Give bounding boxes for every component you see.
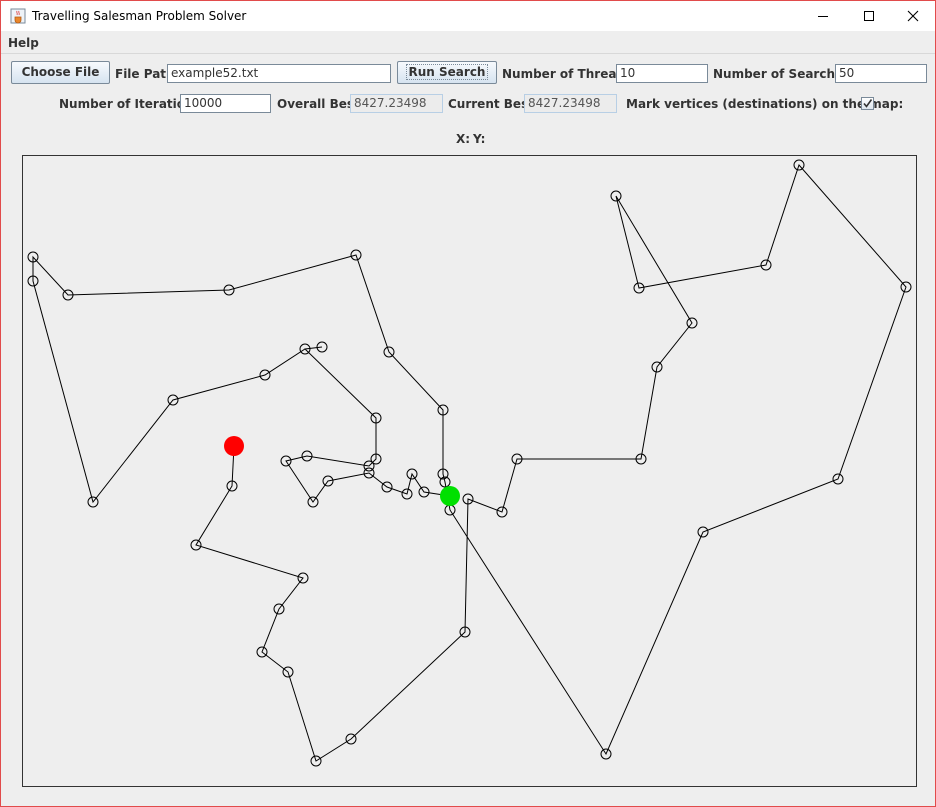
overall-best-field: 8427.23498	[350, 94, 443, 113]
iterations-input[interactable]: 10000	[180, 94, 271, 113]
x-coord-label: X:	[456, 132, 471, 146]
threads-input[interactable]: 10	[616, 64, 708, 83]
map-canvas[interactable]	[22, 155, 917, 787]
choose-file-button[interactable]: Choose File	[11, 61, 110, 84]
y-coord-label: Y:	[473, 132, 486, 146]
searches-input[interactable]: 50	[835, 64, 927, 83]
maximize-icon	[864, 11, 874, 21]
close-icon	[907, 10, 919, 22]
searches-label: Number of Searches	[713, 67, 851, 81]
minimize-button[interactable]	[800, 1, 846, 31]
run-search-label: Run Search	[405, 64, 489, 80]
app-window: Travelling Salesman Problem Solver Help …	[0, 0, 936, 807]
threads-label: Number of Threads	[502, 67, 633, 81]
window-title: Travelling Salesman Problem Solver	[32, 9, 247, 23]
file-path-label: File Path	[115, 67, 175, 81]
tour-path	[32, 164, 907, 762]
close-button[interactable]	[890, 1, 935, 31]
current-best-field: 8427.23498	[524, 94, 617, 113]
menu-help[interactable]: Help	[8, 36, 39, 50]
checkmark-icon	[863, 99, 873, 108]
current-best-label: Current Best	[448, 97, 534, 111]
minimize-icon	[818, 16, 828, 17]
current-vertex	[440, 486, 460, 506]
maximize-button[interactable]	[846, 1, 892, 31]
run-search-button[interactable]: Run Search	[397, 61, 497, 84]
file-path-input[interactable]: example52.txt	[167, 64, 391, 83]
overall-best-label: Overall Best	[277, 97, 360, 111]
mark-vertices-checkbox[interactable]	[861, 97, 874, 110]
menu-bar: Help	[1, 31, 935, 54]
tour-map	[27, 159, 912, 767]
start-vertex	[224, 436, 244, 456]
java-cup-icon	[10, 8, 26, 24]
title-bar[interactable]: Travelling Salesman Problem Solver	[1, 1, 935, 31]
